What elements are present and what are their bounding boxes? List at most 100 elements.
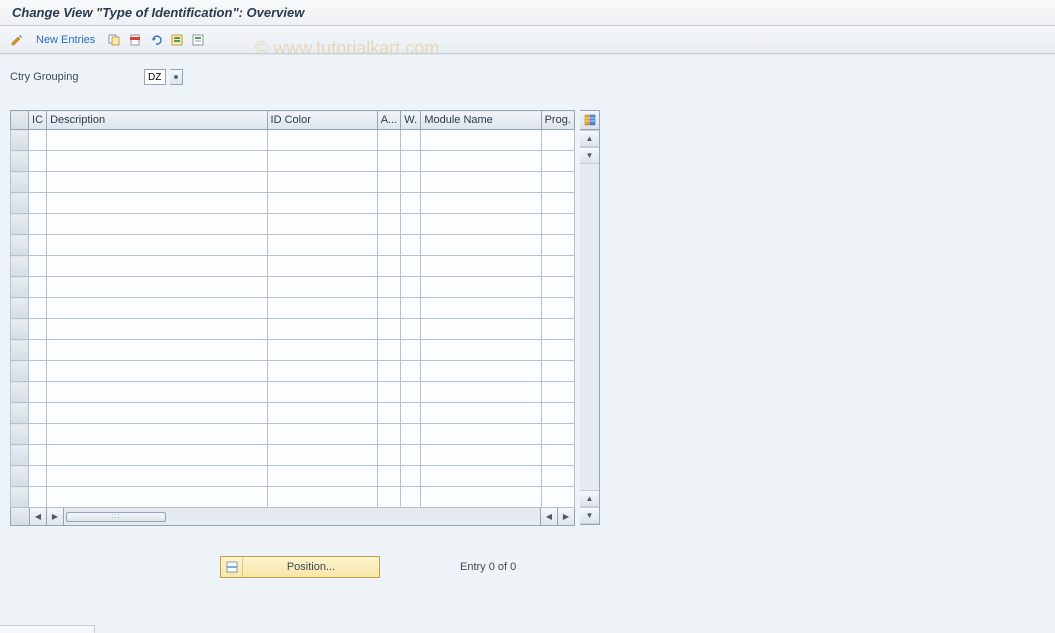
table-cell[interactable]	[421, 382, 541, 403]
table-cell[interactable]	[47, 298, 267, 319]
table-cell[interactable]	[541, 235, 574, 256]
table-cell[interactable]	[541, 256, 574, 277]
table-cell[interactable]	[421, 193, 541, 214]
table-cell[interactable]	[541, 466, 574, 487]
table-cell[interactable]	[267, 487, 377, 508]
table-config-icon[interactable]	[580, 111, 599, 130]
table-cell[interactable]	[267, 235, 377, 256]
scroll-down-step-icon[interactable]: ▼	[580, 147, 599, 164]
table-cell[interactable]	[401, 151, 421, 172]
table-cell[interactable]	[47, 130, 267, 151]
table-cell[interactable]	[29, 193, 47, 214]
scroll-track[interactable]	[580, 164, 599, 490]
table-cell[interactable]	[541, 445, 574, 466]
table-cell[interactable]	[377, 235, 401, 256]
row-selector[interactable]	[11, 382, 29, 403]
table-cell[interactable]	[267, 130, 377, 151]
table-cell[interactable]	[29, 361, 47, 382]
table-cell[interactable]	[401, 466, 421, 487]
table-cell[interactable]	[541, 487, 574, 508]
table-cell[interactable]	[421, 214, 541, 235]
table-cell[interactable]	[29, 487, 47, 508]
col-header-prog[interactable]: Prog.	[541, 111, 574, 130]
table-cell[interactable]	[421, 172, 541, 193]
copy-as-icon[interactable]	[105, 31, 123, 49]
table-cell[interactable]	[541, 340, 574, 361]
table-cell[interactable]	[401, 130, 421, 151]
row-selector[interactable]	[11, 445, 29, 466]
table-cell[interactable]	[401, 319, 421, 340]
table-cell[interactable]	[401, 340, 421, 361]
table-cell[interactable]	[541, 277, 574, 298]
table-cell[interactable]	[421, 319, 541, 340]
table-cell[interactable]	[541, 424, 574, 445]
table-cell[interactable]	[541, 151, 574, 172]
table-cell[interactable]	[47, 151, 267, 172]
table-cell[interactable]	[29, 214, 47, 235]
undo-icon[interactable]	[147, 31, 165, 49]
table-cell[interactable]	[267, 424, 377, 445]
h-scroll-track[interactable]: :::	[64, 508, 540, 525]
scroll-right-icon[interactable]: ▶	[557, 508, 574, 525]
row-selector[interactable]	[11, 172, 29, 193]
col-header-module[interactable]: Module Name	[421, 111, 541, 130]
scroll-up-icon[interactable]: ▲	[580, 130, 599, 147]
table-cell[interactable]	[47, 466, 267, 487]
h-scroll-thumb[interactable]: :::	[66, 512, 166, 522]
table-cell[interactable]	[541, 298, 574, 319]
table-cell[interactable]	[267, 466, 377, 487]
table-cell[interactable]	[401, 403, 421, 424]
table-cell[interactable]	[401, 487, 421, 508]
scroll-left-step-icon[interactable]: ◀	[540, 508, 557, 525]
table-cell[interactable]	[401, 214, 421, 235]
col-header-idcolor[interactable]: ID Color	[267, 111, 377, 130]
table-cell[interactable]	[401, 277, 421, 298]
table-cell[interactable]	[377, 340, 401, 361]
col-header-ic[interactable]: IC	[29, 111, 47, 130]
table-cell[interactable]	[47, 277, 267, 298]
row-selector[interactable]	[11, 256, 29, 277]
table-cell[interactable]	[377, 487, 401, 508]
table-cell[interactable]	[47, 235, 267, 256]
row-selector[interactable]	[11, 424, 29, 445]
table-cell[interactable]	[377, 319, 401, 340]
table-cell[interactable]	[377, 193, 401, 214]
table-cell[interactable]	[401, 172, 421, 193]
table-cell[interactable]	[377, 256, 401, 277]
table-cell[interactable]	[401, 298, 421, 319]
table-cell[interactable]	[29, 382, 47, 403]
position-button[interactable]: Position...	[220, 556, 380, 578]
table-cell[interactable]	[377, 214, 401, 235]
table-cell[interactable]	[267, 277, 377, 298]
table-cell[interactable]	[47, 256, 267, 277]
table-cell[interactable]	[421, 235, 541, 256]
table-cell[interactable]	[47, 403, 267, 424]
table-cell[interactable]	[401, 256, 421, 277]
scroll-down-icon[interactable]: ▼	[580, 507, 599, 524]
table-cell[interactable]	[29, 445, 47, 466]
table-cell[interactable]	[267, 445, 377, 466]
toggle-display-change-icon[interactable]	[8, 31, 26, 49]
new-entries-button[interactable]: New Entries	[29, 32, 102, 48]
row-selector[interactable]	[11, 487, 29, 508]
table-cell[interactable]	[421, 151, 541, 172]
table-cell[interactable]	[29, 172, 47, 193]
table-cell[interactable]	[421, 424, 541, 445]
col-header-a[interactable]: A...	[377, 111, 401, 130]
table-cell[interactable]	[29, 151, 47, 172]
row-selector[interactable]	[11, 193, 29, 214]
row-selector[interactable]	[11, 151, 29, 172]
table-cell[interactable]	[541, 130, 574, 151]
table-cell[interactable]	[541, 214, 574, 235]
table-cell[interactable]	[267, 403, 377, 424]
table-cell[interactable]	[401, 424, 421, 445]
table-cell[interactable]	[377, 130, 401, 151]
row-selector[interactable]	[11, 361, 29, 382]
row-selector[interactable]	[11, 214, 29, 235]
table-cell[interactable]	[47, 193, 267, 214]
table-cell[interactable]	[267, 193, 377, 214]
table-cell[interactable]	[47, 340, 267, 361]
table-cell[interactable]	[267, 319, 377, 340]
table-cell[interactable]	[267, 298, 377, 319]
table-cell[interactable]	[377, 277, 401, 298]
